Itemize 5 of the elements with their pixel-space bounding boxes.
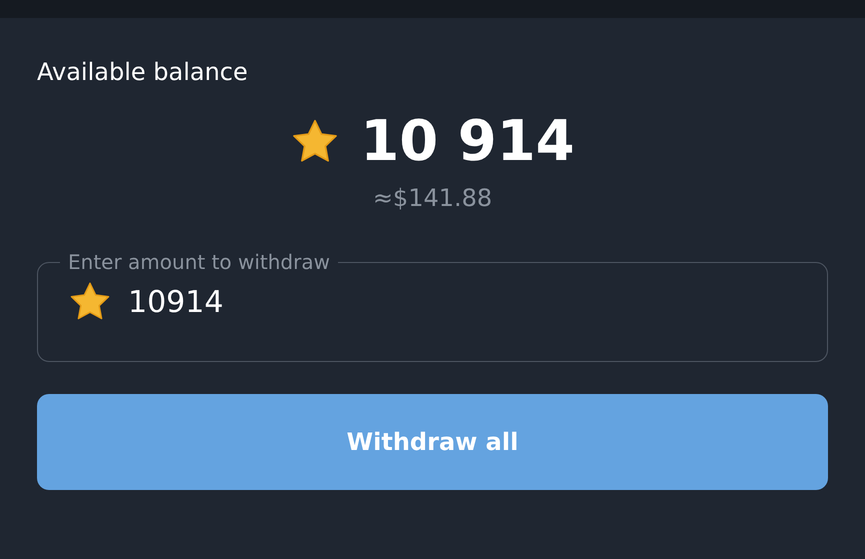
amount-input[interactable]: 10914 (128, 284, 803, 320)
balance-title: Available balance (37, 58, 249, 86)
field-label: Enter amount to withdraw (67, 250, 331, 274)
balance-amount: 10 914 (360, 114, 575, 170)
usd-equivalent: ≈$141.88 (372, 184, 492, 212)
